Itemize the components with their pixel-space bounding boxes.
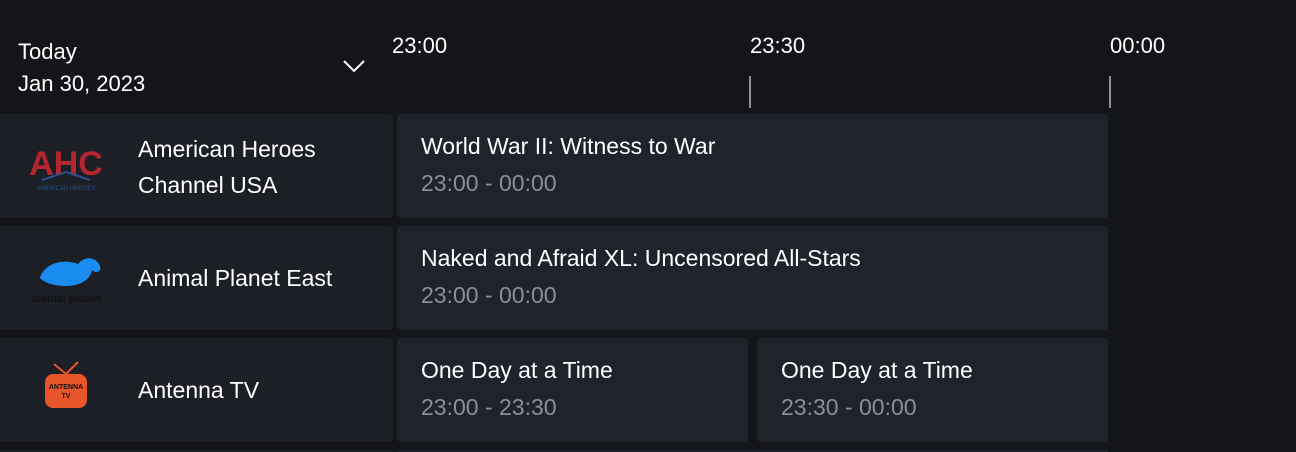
program-cell[interactable]: Naked and Afraid XL: Uncensored All-Star…: [397, 226, 1108, 330]
channel-name: Animal Planet East: [138, 265, 333, 291]
animal-planet-logo: animal planet: [31, 258, 102, 305]
timeline-tick: [749, 76, 751, 108]
channel-name: Channel USA: [138, 172, 278, 198]
svg-text:AHC: AHC: [29, 145, 103, 183]
program-title: World War II: Witness to War: [421, 133, 716, 159]
channel-cell[interactable]: animal planet Animal Planet East: [0, 226, 393, 330]
date-picker[interactable]: Today Jan 30, 2023: [0, 0, 392, 112]
timeline-label-0000: 00:00: [1110, 33, 1166, 58]
channel-cell[interactable]: ANTENNA TV Antenna TV: [0, 338, 393, 442]
channel-row: ANTENNA TV Antenna TV One Day at a Time …: [0, 338, 1296, 442]
channel-row: AHC AMERICAN HEROES American Heroes Chan…: [0, 114, 1296, 218]
program-time: 23:30 - 00:00: [781, 394, 917, 420]
date-label: Jan 30, 2023: [18, 71, 146, 96]
svg-text:TV: TV: [62, 393, 71, 400]
channel-cell[interactable]: AHC AMERICAN HEROES American Heroes Chan…: [0, 114, 393, 218]
program-title: One Day at a Time: [421, 357, 613, 383]
program-time: 23:00 - 00:00: [421, 170, 557, 196]
channel-row: animal planet Animal Planet East Naked a…: [0, 226, 1296, 330]
svg-text:animal planet: animal planet: [31, 293, 102, 305]
channel-name: American Heroes: [138, 136, 316, 162]
program-cell[interactable]: One Day at a Time 23:30 - 00:00: [757, 338, 1108, 442]
program-time: 23:00 - 00:00: [421, 282, 557, 308]
timeline-label-2300: 23:00: [392, 33, 448, 58]
chevron-down-icon[interactable]: [341, 56, 367, 76]
antenna-tv-logo: ANTENNA TV: [45, 361, 87, 408]
ahc-logo: AHC AMERICAN HEROES: [29, 145, 103, 192]
timeline-label-2330: 23:30: [750, 33, 806, 58]
program-time: 23:00 - 23:30: [421, 394, 557, 420]
svg-text:AMERICAN HEROES: AMERICAN HEROES: [37, 186, 96, 192]
program-title: Naked and Afraid XL: Uncensored All-Star…: [421, 245, 861, 271]
program-title: One Day at a Time: [781, 357, 973, 383]
program-cell[interactable]: World War II: Witness to War 23:00 - 00:…: [397, 114, 1108, 218]
program-cell[interactable]: One Day at a Time 23:00 - 23:30: [397, 338, 748, 442]
date-day-label: Today: [18, 39, 77, 64]
channel-name: Antenna TV: [138, 377, 260, 403]
timeline-tick: [1109, 76, 1111, 108]
svg-text:ANTENNA: ANTENNA: [49, 384, 83, 391]
